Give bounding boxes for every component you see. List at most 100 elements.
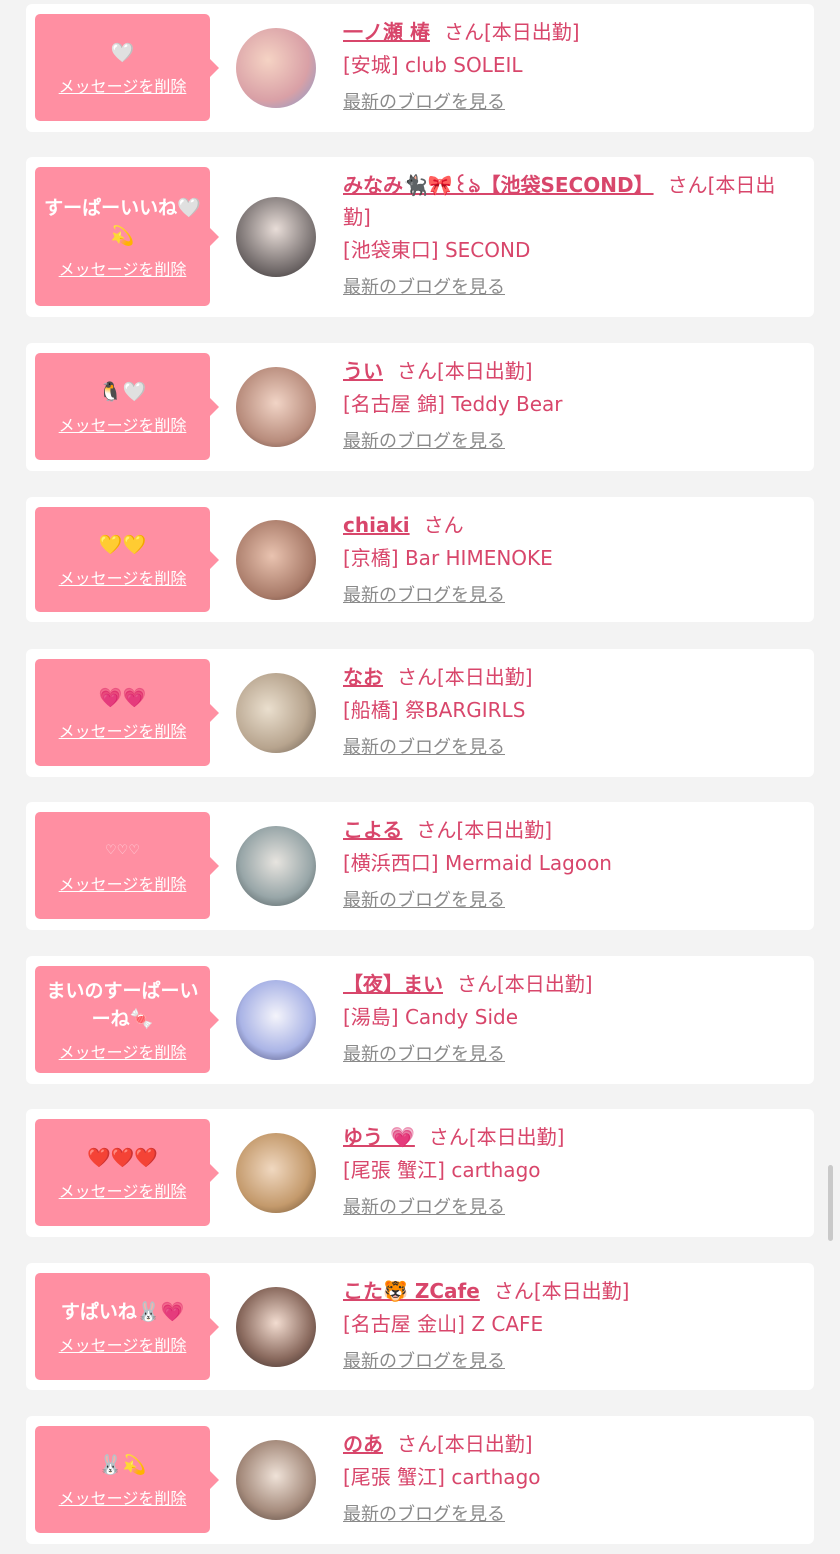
cast-info: chiaki さん [京橋] Bar HIMENOKE 最新のブログを見る — [343, 509, 794, 609]
cast-info: ゆう 💗 さん[本日出勤] [尾張 蟹江] carthago 最新のブログを見る — [343, 1121, 794, 1221]
cast-name-link[interactable]: 一ノ瀬 椿 — [343, 20, 430, 44]
message-text: 💗💗 — [98, 686, 147, 709]
scrollbar[interactable] — [828, 1165, 833, 1241]
cast-info: こた🐯 ZCafe さん[本日出勤] [名古屋 金山] Z CAFE 最新のブログ… — [343, 1275, 794, 1375]
message-card: すーぱーいいね🤍💫 メッセージを削除 みなみ🐈‍⬛🎀꒰ঌ【池袋SECOND】 さん… — [26, 157, 814, 317]
cast-name-link[interactable]: こた🐯 ZCafe — [343, 1279, 480, 1303]
cast-info: のあ さん[本日出勤] [尾張 蟹江] carthago 最新のブログを見る — [343, 1428, 794, 1528]
latest-blog-link[interactable]: 最新のブログを見る — [343, 429, 505, 455]
avatar[interactable] — [236, 1133, 316, 1213]
status-badge: [本日出勤] — [456, 818, 553, 842]
honorific-label: さん — [443, 20, 484, 44]
latest-blog-link[interactable]: 最新のブログを見る — [343, 275, 505, 301]
message-text: 💛💛 — [98, 533, 147, 556]
message-text: ♡♡♡ — [105, 842, 140, 858]
honorific-label: さん — [493, 1279, 534, 1303]
shop-name: [横浜西口] Mermaid Lagoon — [343, 851, 612, 875]
honorific-label: さん — [423, 513, 464, 537]
honorific-label: さん — [457, 972, 497, 996]
shop-name: [京橋] Bar HIMENOKE — [343, 546, 553, 570]
message-text: まいのすーぱーいーね🍬 — [46, 979, 199, 1030]
cast-name-link[interactable]: こよる — [343, 818, 402, 842]
message-bubble: ❤️❤️❤️ メッセージを削除 — [35, 1119, 219, 1226]
delete-message-link[interactable]: メッセージを削除 — [59, 1489, 187, 1509]
message-text: 🐰💫 — [98, 1453, 147, 1476]
avatar[interactable] — [236, 826, 316, 906]
message-card: 🐧🤍 メッセージを削除 うい さん[本日出勤] [名古屋 錦] Teddy Bea… — [26, 343, 814, 471]
message-bubble: まいのすーぱーいーね🍬 メッセージを削除 — [35, 966, 219, 1073]
delete-message-link[interactable]: メッセージを削除 — [59, 1182, 187, 1202]
cast-info: うい さん[本日出勤] [名古屋 錦] Teddy Bear 最新のブログを見る — [343, 355, 794, 455]
message-bubble: 💗💗 メッセージを削除 — [35, 659, 219, 766]
cast-name-link[interactable]: うい — [343, 359, 383, 383]
delete-message-link[interactable]: メッセージを削除 — [59, 722, 187, 742]
message-bubble: すぱいね🐰💗 メッセージを削除 — [35, 1273, 219, 1380]
status-badge: [本日出勤] — [497, 972, 593, 996]
message-card: 💛💛 メッセージを削除 chiaki さん [京橋] Bar HIMENOKE 最… — [26, 497, 814, 622]
cast-name-link[interactable]: 【夜】まい — [343, 972, 443, 996]
message-text: すーぱーいいね🤍💫 — [44, 196, 201, 247]
delete-message-link[interactable]: メッセージを削除 — [59, 260, 187, 280]
delete-message-link[interactable]: メッセージを削除 — [59, 416, 187, 436]
delete-message-link[interactable]: メッセージを削除 — [59, 1043, 187, 1063]
avatar[interactable] — [236, 980, 316, 1060]
honorific-label: さん — [397, 359, 437, 383]
message-text: 🤍 — [110, 41, 135, 64]
avatar[interactable] — [236, 367, 316, 447]
shop-name: [尾張 蟹江] carthago — [343, 1465, 541, 1489]
delete-message-link[interactable]: メッセージを削除 — [59, 569, 187, 589]
avatar[interactable] — [236, 197, 316, 277]
latest-blog-link[interactable]: 最新のブログを見る — [343, 888, 505, 914]
shop-name: [尾張 蟹江] carthago — [343, 1158, 541, 1182]
message-card: まいのすーぱーいーね🍬 メッセージを削除 【夜】まい さん[本日出勤] [湯島] … — [26, 956, 814, 1084]
message-card: すぱいね🐰💗 メッセージを削除 こた🐯 ZCafe さん[本日出勤] [名古屋 金… — [26, 1263, 814, 1390]
delete-message-link[interactable]: メッセージを削除 — [59, 875, 187, 895]
cast-info: こよる さん[本日出勤] [横浜西口] Mermaid Lagoon 最新のブログ… — [343, 814, 794, 914]
shop-name: [船橋] 祭BARGIRLS — [343, 698, 526, 722]
avatar[interactable] — [236, 1287, 316, 1367]
honorific-label: さん — [397, 665, 437, 689]
delete-message-link[interactable]: メッセージを削除 — [59, 1336, 187, 1356]
shop-name: [湯島] Candy Side — [343, 1005, 518, 1029]
latest-blog-link[interactable]: 最新のブログを見る — [343, 90, 505, 116]
latest-blog-link[interactable]: 最新のブログを見る — [343, 1195, 505, 1221]
latest-blog-link[interactable]: 最新のブログを見る — [343, 1042, 505, 1068]
message-bubble: すーぱーいいね🤍💫 メッセージを削除 — [35, 167, 219, 306]
avatar[interactable] — [236, 673, 316, 753]
avatar[interactable] — [236, 1440, 316, 1520]
status-badge: [本日出勤] — [533, 1279, 630, 1303]
honorific-label: さん — [397, 1432, 437, 1456]
latest-blog-link[interactable]: 最新のブログを見る — [343, 583, 505, 609]
delete-message-link[interactable]: メッセージを削除 — [59, 77, 187, 97]
latest-blog-link[interactable]: 最新のブログを見る — [343, 1502, 505, 1528]
avatar[interactable] — [236, 28, 316, 108]
cast-name-link[interactable]: chiaki — [343, 513, 410, 537]
cast-info: 【夜】まい さん[本日出勤] [湯島] Candy Side 最新のブログを見る — [343, 968, 794, 1068]
status-badge: [本日出勤] — [437, 1432, 533, 1456]
cast-name-link[interactable]: のあ — [343, 1432, 383, 1456]
cast-name-link[interactable]: みなみ🐈‍⬛🎀꒰ঌ【池袋SECOND】 — [343, 173, 654, 197]
message-bubble: 🐧🤍 メッセージを削除 — [35, 353, 219, 460]
shop-name: [池袋東口] SECOND — [343, 238, 531, 262]
message-card: 🤍 メッセージを削除 一ノ瀬 椿さん[本日出勤] [安城] club SOLEI… — [26, 4, 814, 132]
cast-name-link[interactable]: ゆう 💗 — [343, 1125, 415, 1149]
message-card: ❤️❤️❤️ メッセージを削除 ゆう 💗 さん[本日出勤] [尾張 蟹江] car… — [26, 1109, 814, 1237]
avatar[interactable] — [236, 520, 316, 600]
honorific-label: さん — [428, 1125, 469, 1149]
message-bubble: 🐰💫 メッセージを削除 — [35, 1426, 219, 1533]
message-text: すぱいね🐰💗 — [60, 1300, 185, 1323]
latest-blog-link[interactable]: 最新のブログを見る — [343, 1349, 505, 1375]
cast-name-link[interactable]: なお — [343, 665, 383, 689]
cast-info: 一ノ瀬 椿さん[本日出勤] [安城] club SOLEIL 最新のブログを見る — [343, 16, 794, 116]
honorific-label: さん — [416, 818, 457, 842]
shop-name: [名古屋 金山] Z CAFE — [343, 1312, 544, 1336]
message-bubble: 💛💛 メッセージを削除 — [35, 507, 219, 612]
latest-blog-link[interactable]: 最新のブログを見る — [343, 735, 505, 761]
message-card: 💗💗 メッセージを削除 なお さん[本日出勤] [船橋] 祭BARGIRLS 最新… — [26, 649, 814, 777]
cast-info: みなみ🐈‍⬛🎀꒰ঌ【池袋SECOND】 さん[本日出勤] [池袋東口] SECON… — [343, 169, 794, 301]
honorific-label: さん — [667, 173, 708, 197]
message-bubble: 🤍 メッセージを削除 — [35, 14, 219, 121]
status-badge: [本日出勤] — [437, 359, 533, 383]
shop-name: [安城] club SOLEIL — [343, 53, 523, 77]
message-text: ❤️❤️❤️ — [87, 1146, 158, 1169]
